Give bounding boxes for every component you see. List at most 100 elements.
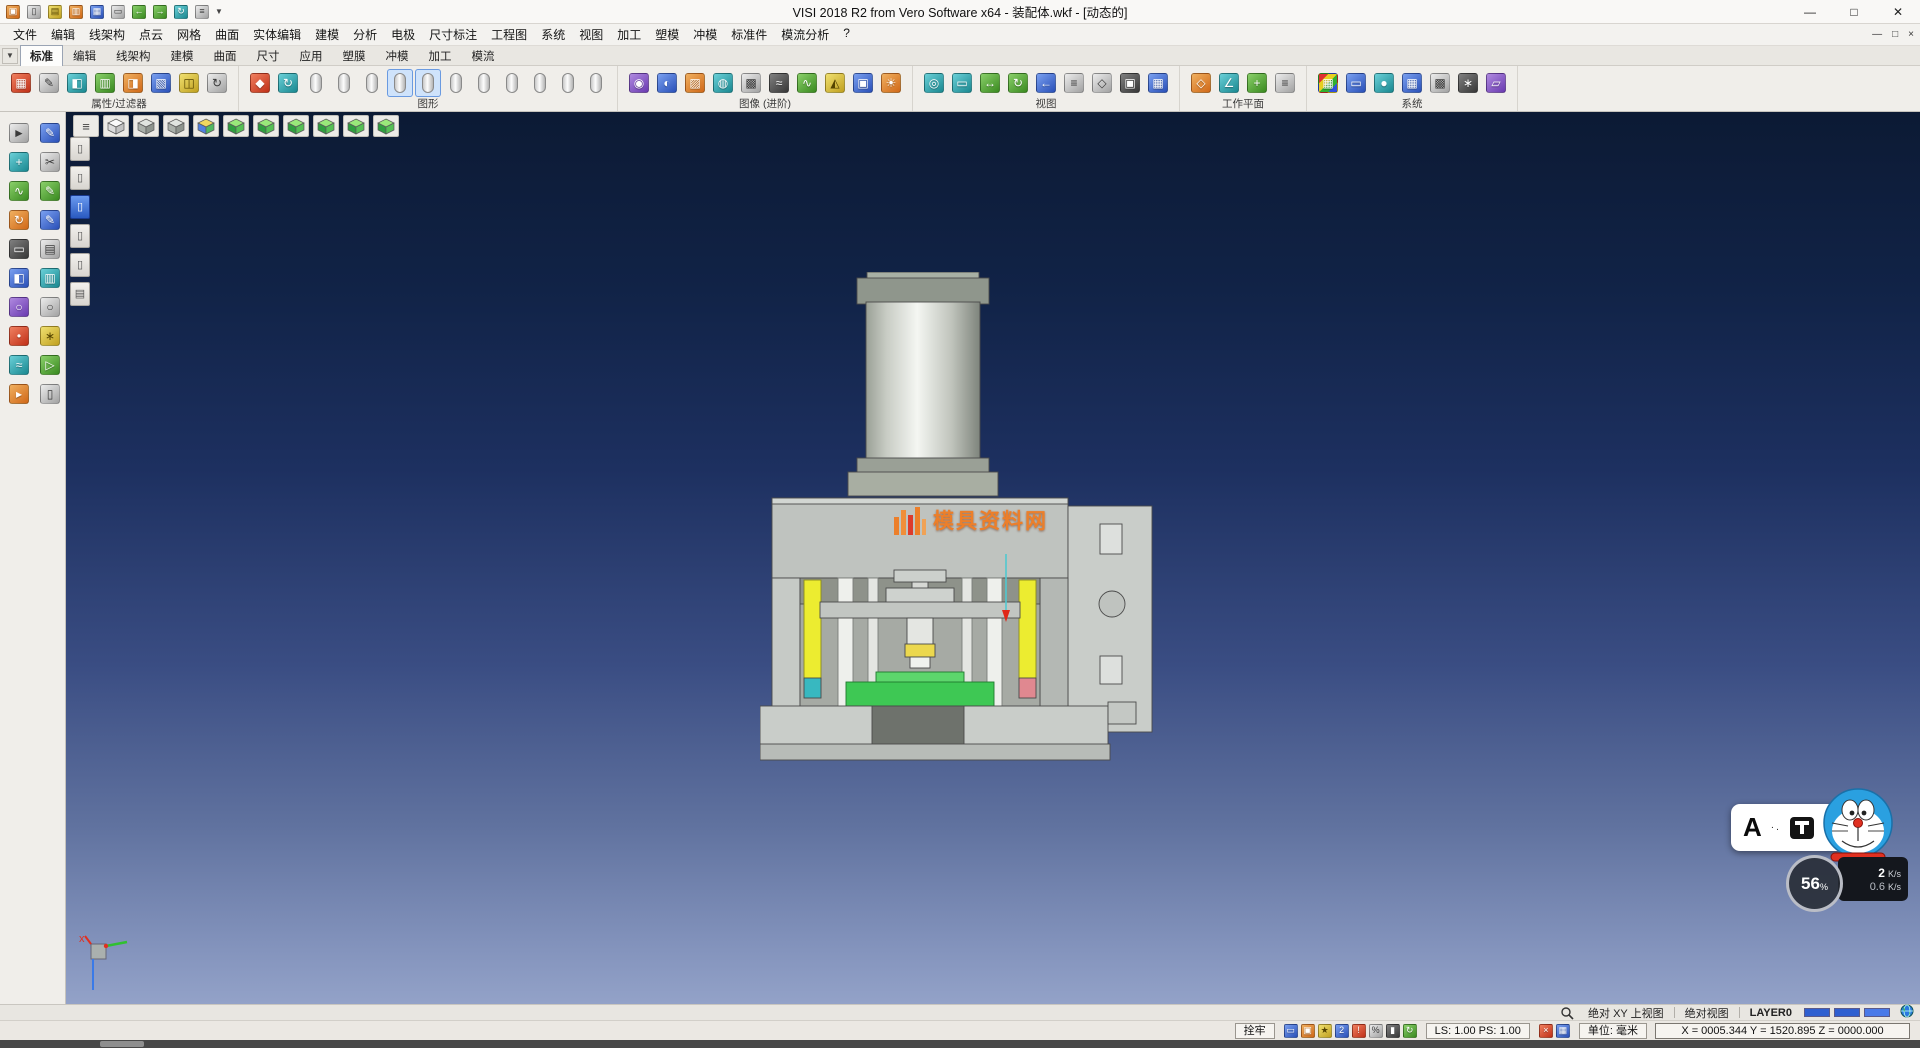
workplane-manager-icon[interactable]: ≡ <box>1272 69 1298 97</box>
regenerate-icon[interactable]: ↻ <box>275 69 301 97</box>
table-settings-icon[interactable]: ▦ <box>1399 69 1425 97</box>
menu-item[interactable]: 线架构 <box>82 24 132 45</box>
history-icon[interactable]: ○ <box>39 296 61 318</box>
wave-tool-icon[interactable]: ≈ <box>8 354 30 376</box>
menu-item[interactable]: 加工 <box>610 24 648 45</box>
element-filter-icon[interactable]: ▧ <box>148 69 174 97</box>
globe-settings-icon[interactable]: ● <box>1371 69 1397 97</box>
doc-view-1-icon[interactable]: ▯ <box>70 137 90 161</box>
menu-item[interactable]: 视图 <box>572 24 610 45</box>
shading-icon[interactable]: ◐ <box>654 69 680 97</box>
tab-dropdown-icon[interactable]: ▼ <box>2 48 18 64</box>
customize-icon[interactable]: ≡ <box>193 3 211 21</box>
graphics-style-5-icon[interactable] <box>415 69 441 97</box>
printer-tool-icon[interactable]: ▭ <box>8 238 30 260</box>
menu-item[interactable]: 工程图 <box>484 24 534 45</box>
ribbon-tab[interactable]: 尺寸 <box>247 45 290 67</box>
clipboard-icon[interactable]: ▤ <box>70 282 90 306</box>
circle-tool-icon[interactable]: ○ <box>8 296 30 318</box>
graphics-style-10-icon[interactable] <box>555 69 581 97</box>
notebook-icon[interactable]: ▥ <box>39 267 61 289</box>
graphics-style-1-icon[interactable] <box>303 69 329 97</box>
visibility-filter-icon[interactable]: ◫ <box>176 69 202 97</box>
menu-item[interactable]: 模流分析 <box>774 24 836 45</box>
menu-item[interactable]: 点云 <box>132 24 170 45</box>
document-tool-icon[interactable]: ▯ <box>39 383 61 405</box>
new-document-icon[interactable]: ▯ <box>25 3 43 21</box>
attribute-edit-icon[interactable]: ✎ <box>36 69 62 97</box>
lock-toggle[interactable]: 拴牢 <box>1235 1023 1275 1039</box>
display-settings-icon[interactable]: ▭ <box>1343 69 1369 97</box>
refresh-icon[interactable]: ↻ <box>172 3 190 21</box>
snap-tool-icon[interactable]: ∗ <box>39 325 61 347</box>
graphics-style-8-icon[interactable] <box>499 69 525 97</box>
zebra-analysis-icon[interactable]: ≈ <box>766 69 792 97</box>
menu-item[interactable]: 建模 <box>308 24 346 45</box>
graphics-style-9-icon[interactable] <box>527 69 553 97</box>
open-document-icon[interactable]: ▤ <box>46 3 64 21</box>
minimize-button[interactable]: — <box>1788 0 1832 24</box>
layer-color-swatch[interactable] <box>1864 1008 1890 1017</box>
active-layer-label[interactable]: LAYER0 <box>1740 1007 1802 1019</box>
layer-filter-icon[interactable]: ▥ <box>92 69 118 97</box>
export-tool-icon[interactable]: ▷ <box>39 354 61 376</box>
display-status-icon[interactable]: ▭ <box>1284 1024 1298 1038</box>
spark-status-icon[interactable]: ★ <box>1318 1024 1332 1038</box>
crosshair-icon[interactable]: + <box>8 151 30 173</box>
attribute-properties-icon[interactable]: ▦ <box>8 69 34 97</box>
menu-item[interactable]: 系统 <box>534 24 572 45</box>
graphics-style-3-icon[interactable] <box>359 69 385 97</box>
lighting-icon[interactable]: ☀ <box>878 69 904 97</box>
view-mode-label[interactable]: 绝对视图 <box>1675 1005 1739 1021</box>
render-mode-icon[interactable]: ◉ <box>626 69 652 97</box>
help-status-icon[interactable]: 2 <box>1335 1024 1349 1038</box>
horizontal-scrollbar-thumb[interactable] <box>100 1041 144 1047</box>
select-arrow-icon[interactable]: ► <box>8 122 30 144</box>
alert-status-icon[interactable]: ! <box>1352 1024 1366 1038</box>
ribbon-tab[interactable]: 标准 <box>20 45 63 67</box>
table-status-icon[interactable]: ▦ <box>1556 1024 1570 1038</box>
ribbon-tab[interactable]: 曲面 <box>204 45 247 67</box>
menu-item[interactable]: 尺寸标注 <box>422 24 484 45</box>
selection-filter-icon[interactable]: ◧ <box>64 69 90 97</box>
ribbon-tab[interactable]: 线架构 <box>106 45 161 67</box>
redo-icon[interactable]: → <box>151 3 169 21</box>
texture-icon[interactable]: ▨ <box>682 69 708 97</box>
network-speed-widget[interactable]: 2 K/s 0.6 K/s <box>1838 857 1908 901</box>
search-icon[interactable] <box>1556 1006 1578 1020</box>
curvature-analysis-icon[interactable]: ∿ <box>794 69 820 97</box>
section-view-icon[interactable]: ▩ <box>738 69 764 97</box>
perspective-view-icon[interactable]: ◇ <box>1089 69 1115 97</box>
color-filter-icon[interactable]: ◨ <box>120 69 146 97</box>
save-icon[interactable]: ▦ <box>88 3 106 21</box>
machine-assembly-model[interactable] <box>760 272 1160 782</box>
ribbon-tab[interactable]: 模流 <box>462 45 505 67</box>
maximize-button[interactable]: □ <box>1832 0 1876 24</box>
transparency-icon[interactable]: ◍ <box>710 69 736 97</box>
view-axonometric-icon[interactable] <box>193 115 219 137</box>
camera-view-icon[interactable]: ▣ <box>1117 69 1143 97</box>
globe-icon[interactable] <box>1900 1004 1914 1021</box>
scissors-icon[interactable]: ✂ <box>39 151 61 173</box>
menu-item[interactable]: 文件 <box>6 24 44 45</box>
previous-view-icon[interactable]: ← <box>1033 69 1059 97</box>
multi-viewport-icon[interactable]: ▦ <box>1145 69 1171 97</box>
menu-item[interactable]: 实体编辑 <box>246 24 308 45</box>
app-icon[interactable]: ▣ <box>4 3 22 21</box>
background-icon[interactable]: ▣ <box>850 69 876 97</box>
edit-pencil-icon[interactable]: ✎ <box>39 209 61 231</box>
menu-item[interactable]: 塑模 <box>648 24 686 45</box>
menu-item[interactable]: ? <box>836 24 857 45</box>
matrix-settings-icon[interactable]: ▩ <box>1427 69 1453 97</box>
network-percent-widget[interactable]: 56 % <box>1786 855 1843 912</box>
image-status-icon[interactable]: ▣ <box>1301 1024 1315 1038</box>
view-shaded-2-icon[interactable] <box>253 115 279 137</box>
menu-item[interactable]: 网格 <box>170 24 208 45</box>
print-icon[interactable]: ▭ <box>109 3 127 21</box>
point-tool-icon[interactable]: • <box>8 325 30 347</box>
draft-analysis-icon[interactable]: ◭ <box>822 69 848 97</box>
view-top-icon[interactable] <box>133 115 159 137</box>
ribbon-tab[interactable]: 编辑 <box>63 45 106 67</box>
menu-item[interactable]: 冲模 <box>686 24 724 45</box>
pan-view-icon[interactable]: ↔ <box>977 69 1003 97</box>
